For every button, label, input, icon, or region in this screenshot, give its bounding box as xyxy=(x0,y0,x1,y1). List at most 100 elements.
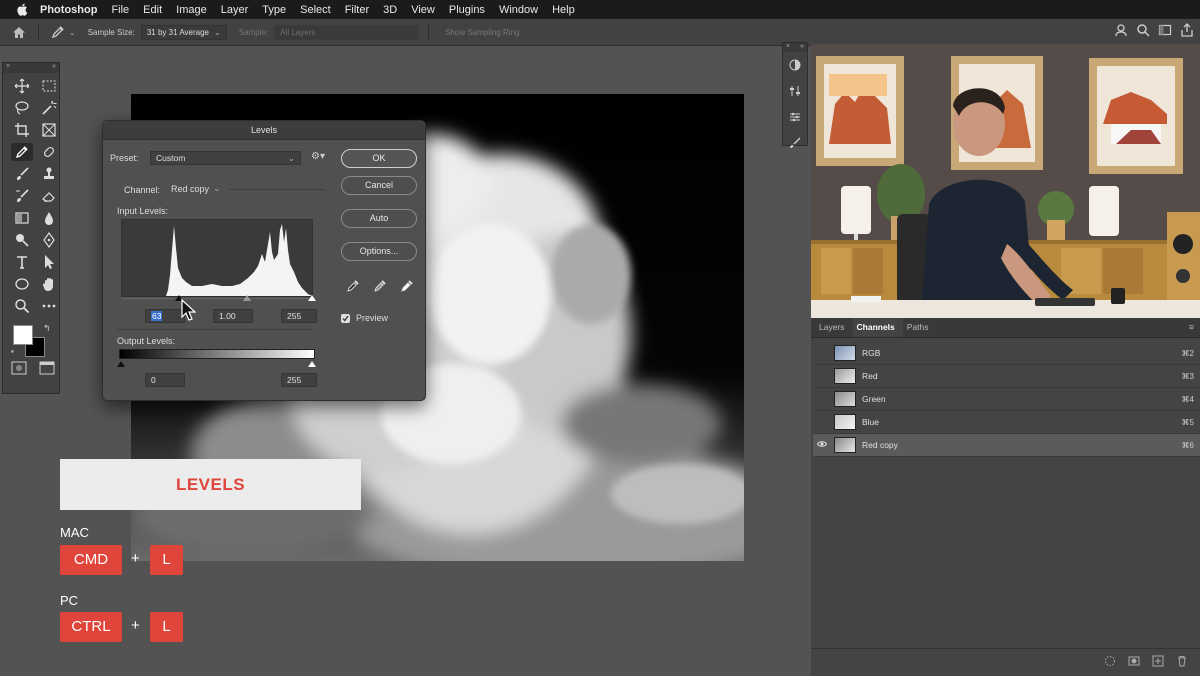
marquee-tool-icon[interactable] xyxy=(38,77,60,95)
foreground-color-swatch[interactable] xyxy=(13,325,33,345)
preview-label: Preview xyxy=(356,313,389,323)
channel-row-blue[interactable]: Blue ⌘5 xyxy=(813,411,1200,434)
frame-tool-icon[interactable] xyxy=(38,121,60,139)
white-eyedropper-icon[interactable] xyxy=(400,279,414,295)
gamma-slider[interactable] xyxy=(243,295,251,301)
ok-button[interactable]: OK xyxy=(341,149,417,168)
apple-icon[interactable] xyxy=(14,3,30,17)
gray-eyedropper-icon[interactable] xyxy=(373,279,387,295)
zoom-tool-icon[interactable] xyxy=(11,297,33,315)
delete-channel-icon[interactable] xyxy=(1176,654,1188,672)
channel-row-red-copy[interactable]: Red copy ⌘6 xyxy=(813,434,1200,457)
output-white-field[interactable]: 255 xyxy=(281,373,317,387)
tab-layers[interactable]: Layers xyxy=(815,322,853,337)
menu-plugins[interactable]: Plugins xyxy=(449,4,485,16)
swap-colors-icon[interactable]: ↰ xyxy=(43,323,51,334)
tab-paths[interactable]: Paths xyxy=(903,322,937,337)
properties-icon[interactable] xyxy=(789,84,801,102)
menu-select[interactable]: Select xyxy=(300,4,331,16)
menu-app-name[interactable]: Photoshop xyxy=(40,4,97,16)
brush-tool-icon[interactable] xyxy=(11,165,33,183)
channel-row-red[interactable]: Red ⌘3 xyxy=(813,365,1200,388)
channel-row-rgb[interactable]: RGB ⌘2 xyxy=(813,342,1200,365)
quick-mask-icon[interactable] xyxy=(11,361,27,380)
history-brush-icon[interactable] xyxy=(11,187,33,205)
home-icon[interactable] xyxy=(10,23,28,41)
search-icon[interactable] xyxy=(1136,23,1150,39)
dodge-tool-icon[interactable] xyxy=(11,231,33,249)
menu-type[interactable]: Type xyxy=(262,4,286,16)
more-tools-icon[interactable] xyxy=(38,297,60,315)
divider xyxy=(117,329,313,330)
menu-layer[interactable]: Layer xyxy=(221,4,249,16)
output-black-field[interactable]: 0 xyxy=(145,373,185,387)
adjustments-icon[interactable] xyxy=(789,58,801,76)
white-point-slider[interactable] xyxy=(308,295,316,301)
channel-row-green[interactable]: Green ⌘4 xyxy=(813,388,1200,411)
screen-mode-icon[interactable] xyxy=(39,361,55,380)
tab-channels[interactable]: Channels xyxy=(852,318,903,337)
checkmark-icon[interactable] xyxy=(341,313,350,323)
type-tool-icon[interactable] xyxy=(11,253,33,271)
menu-image[interactable]: Image xyxy=(176,4,207,16)
brush-settings-icon[interactable] xyxy=(789,136,801,154)
gradient-tool-icon[interactable] xyxy=(11,209,33,227)
menu-3d[interactable]: 3D xyxy=(383,4,397,16)
default-colors-icon[interactable]: ▪ xyxy=(11,347,14,356)
workspace-icon[interactable] xyxy=(1158,23,1172,39)
input-black-field[interactable]: 63 xyxy=(145,309,185,323)
output-white-slider[interactable] xyxy=(308,361,316,367)
magic-wand-tool-icon[interactable] xyxy=(38,99,60,117)
sample-size-dropdown[interactable]: 31 by 31 Average ⌄ xyxy=(140,24,227,40)
auto-button[interactable]: Auto xyxy=(341,209,417,228)
move-tool-icon[interactable] xyxy=(11,77,33,95)
menu-filter[interactable]: Filter xyxy=(345,4,369,16)
collapse-icon[interactable]: « xyxy=(800,43,804,52)
menu-file[interactable]: File xyxy=(111,4,129,16)
chevron-down-icon[interactable]: ⌄ xyxy=(69,28,76,37)
show-sampling-ring-checkbox[interactable]: Show Sampling Ring xyxy=(445,28,519,37)
panel-menu-icon[interactable]: ≡ xyxy=(1189,322,1200,337)
eyedropper-tool-icon[interactable] xyxy=(49,23,67,41)
hand-tool-icon[interactable] xyxy=(38,275,60,293)
sliders-icon[interactable] xyxy=(789,110,801,128)
save-selection-icon[interactable] xyxy=(1128,654,1140,672)
new-channel-icon[interactable] xyxy=(1152,654,1164,672)
blur-tool-icon[interactable] xyxy=(38,209,60,227)
close-icon[interactable]: × xyxy=(6,63,10,73)
load-selection-icon[interactable] xyxy=(1104,654,1116,672)
tools-panel-header[interactable]: × « xyxy=(3,63,59,73)
color-swatches[interactable]: ↰ ▪ xyxy=(11,323,59,357)
input-white-field[interactable]: 255 xyxy=(281,309,317,323)
black-eyedropper-icon[interactable] xyxy=(346,279,360,295)
levels-dialog-title[interactable]: Levels xyxy=(103,121,425,140)
sample-dropdown[interactable]: All Layers xyxy=(274,24,419,40)
path-selection-icon[interactable] xyxy=(38,253,60,271)
lasso-tool-icon[interactable] xyxy=(11,99,33,117)
channel-dropdown[interactable]: Red copy ⌄ xyxy=(171,183,221,194)
close-icon[interactable]: × xyxy=(786,43,790,52)
options-button[interactable]: Options... xyxy=(341,242,417,261)
stamp-tool-icon[interactable] xyxy=(38,165,60,183)
share-icon[interactable] xyxy=(1114,23,1128,39)
eraser-tool-icon[interactable] xyxy=(38,187,60,205)
collapse-icon[interactable]: « xyxy=(52,63,56,73)
input-gamma-field[interactable]: 1.00 xyxy=(213,309,253,323)
menu-window[interactable]: Window xyxy=(499,4,538,16)
preview-checkbox[interactable]: Preview xyxy=(341,313,388,323)
output-black-slider[interactable] xyxy=(117,361,125,367)
menu-view[interactable]: View xyxy=(411,4,435,16)
eyedropper-icon[interactable] xyxy=(11,143,33,161)
pen-tool-icon[interactable] xyxy=(38,231,60,249)
healing-brush-icon[interactable] xyxy=(38,143,60,161)
crop-tool-icon[interactable] xyxy=(11,121,33,139)
menu-help[interactable]: Help xyxy=(552,4,575,16)
cancel-button[interactable]: Cancel xyxy=(341,176,417,195)
ellipse-tool-icon[interactable] xyxy=(11,275,33,293)
eye-icon[interactable] xyxy=(813,440,831,450)
preset-dropdown[interactable]: Custom ⌄ xyxy=(150,151,301,165)
menu-edit[interactable]: Edit xyxy=(143,4,162,16)
export-icon[interactable] xyxy=(1180,23,1194,39)
channel-thumbnail xyxy=(834,345,856,361)
gear-icon[interactable]: ⚙▾ xyxy=(311,151,325,162)
